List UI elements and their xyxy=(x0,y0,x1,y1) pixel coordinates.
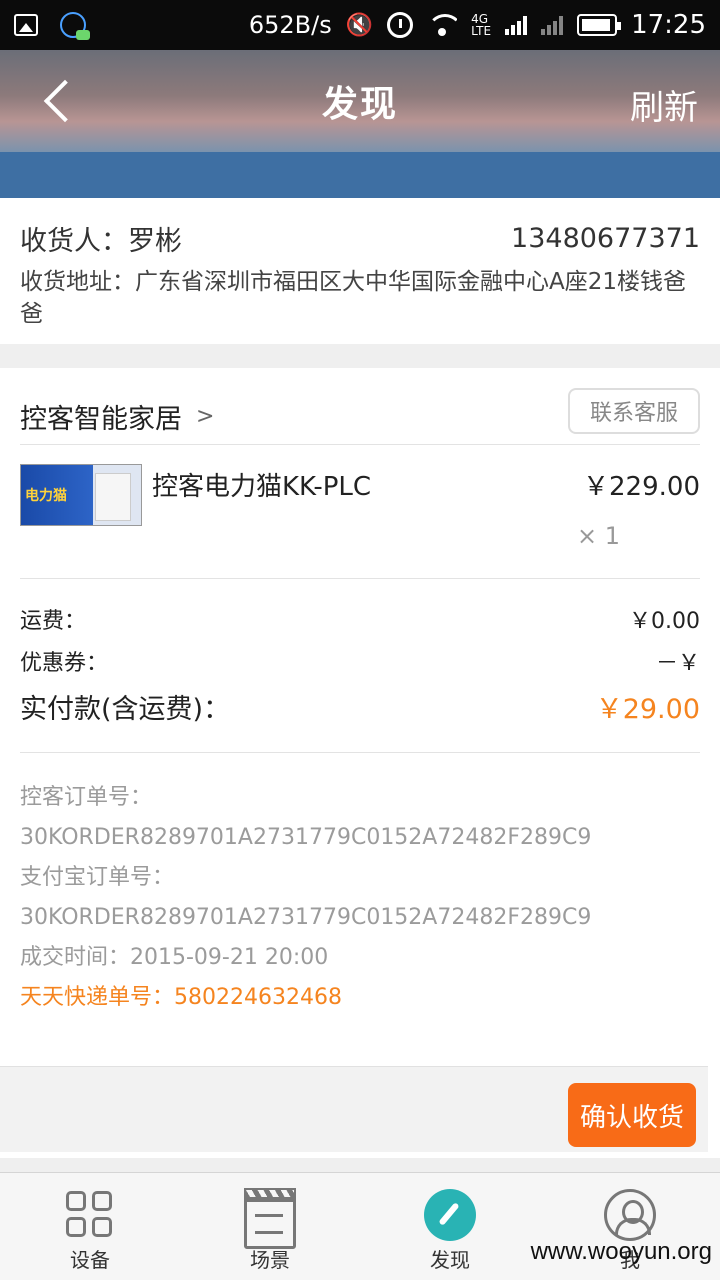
divider xyxy=(20,444,700,445)
alipay-number-label: 支付宝订单号： xyxy=(20,865,175,890)
net-speed: 652B/s xyxy=(248,11,332,39)
signal-2-icon xyxy=(541,15,564,35)
fee-summary: 运费： ￥0.00 优惠券： －￥ 实付款(含运费)： ￥29.00 xyxy=(20,598,700,730)
chevron-right-icon: > xyxy=(196,403,215,429)
order-number: 30KORDER8289701A2731779C0152A72482F289C9 xyxy=(20,825,592,850)
action-bar: 确认收货 xyxy=(0,1066,708,1152)
tab-scenes[interactable]: 场景 xyxy=(180,1173,360,1280)
product-quantity: × 1 xyxy=(576,522,620,550)
product-thumbnail: 电力猫 xyxy=(20,464,142,526)
profile-icon xyxy=(604,1189,656,1241)
alipay-number: 30KORDER8289701A2731779C0152A72482F289C9 xyxy=(20,905,592,930)
page-title: 发现 xyxy=(321,84,398,125)
clapperboard-icon xyxy=(244,1188,296,1249)
store-name[interactable]: 控客智能家居 xyxy=(20,397,182,436)
total-label: 实付款(含运费)： xyxy=(20,693,231,725)
wifi-icon xyxy=(427,14,458,36)
confirm-receipt-button[interactable]: 确认收货 xyxy=(568,1083,696,1147)
tab-label: 设备 xyxy=(70,1248,110,1272)
back-arrow-icon[interactable] xyxy=(36,78,82,124)
deal-time: 成交时间：2015-09-21 20:00 xyxy=(20,945,329,970)
divider xyxy=(20,752,700,753)
clock: 17:25 xyxy=(631,10,706,40)
tab-discover[interactable]: 发现 xyxy=(360,1173,540,1280)
recipient-name: 收货人：罗彬 xyxy=(20,225,182,257)
store-header[interactable]: 控客智能家居 > 联系客服 xyxy=(20,386,700,446)
tab-devices[interactable]: 设备 xyxy=(0,1173,180,1280)
header-band xyxy=(0,152,720,198)
tab-label: 发现 xyxy=(430,1248,470,1272)
status-bar: 652B/s 🔇 4G LTE 17:25 xyxy=(0,0,720,50)
refresh-button[interactable]: 刷新 xyxy=(630,80,698,129)
shipping-label: 运费： xyxy=(20,609,87,634)
battery-icon xyxy=(577,14,622,36)
shipping-address: 收货地址：广东省深圳市福田区大中华国际金融中心A座21楼钱爸爸 xyxy=(20,269,687,327)
shipping-address-card: 收货人：罗彬 13480677371 收货地址：广东省深圳市福田区大中华国际金融… xyxy=(0,198,720,344)
divider xyxy=(20,578,700,579)
top-app-bar: 发现 刷新 xyxy=(0,50,720,152)
product-name: 控客电力猫KK-PLC xyxy=(152,472,372,502)
recipient-phone: 13480677371 xyxy=(511,222,700,254)
alarm-icon xyxy=(387,12,414,38)
order-number-label: 控客订单号： xyxy=(20,785,153,810)
grid-icon xyxy=(64,1189,116,1241)
coupon-value: －￥ xyxy=(655,651,700,676)
watermark: www.wooyun.org xyxy=(530,1238,712,1265)
shipping-value: ￥0.00 xyxy=(629,609,700,634)
tab-label: 场景 xyxy=(250,1248,290,1272)
network-type: 4G LTE xyxy=(471,12,492,38)
tracking-number[interactable]: 天天快递单号：580224632468 xyxy=(20,978,710,1018)
product-price: ￥229.00 xyxy=(583,472,700,502)
coupon-label: 优惠券： xyxy=(20,651,109,676)
chat-notification-icon xyxy=(60,12,90,40)
compass-icon xyxy=(424,1189,476,1241)
signal-icon xyxy=(505,15,528,35)
total-value: ￥29.00 xyxy=(595,693,700,725)
mute-icon: 🔇 xyxy=(345,12,374,38)
image-notification-icon xyxy=(14,14,38,36)
order-info: 控客订单号： 30KORDER8289701A2731779C0152A7248… xyxy=(20,778,710,1018)
order-item[interactable]: 电力猫 控客电力猫KK-PLC ￥229.00 × 1 xyxy=(20,464,700,574)
contact-service-button[interactable]: 联系客服 xyxy=(568,388,700,434)
order-card: 控客智能家居 > 联系客服 电力猫 控客电力猫KK-PLC ￥229.00 × … xyxy=(0,368,720,1158)
